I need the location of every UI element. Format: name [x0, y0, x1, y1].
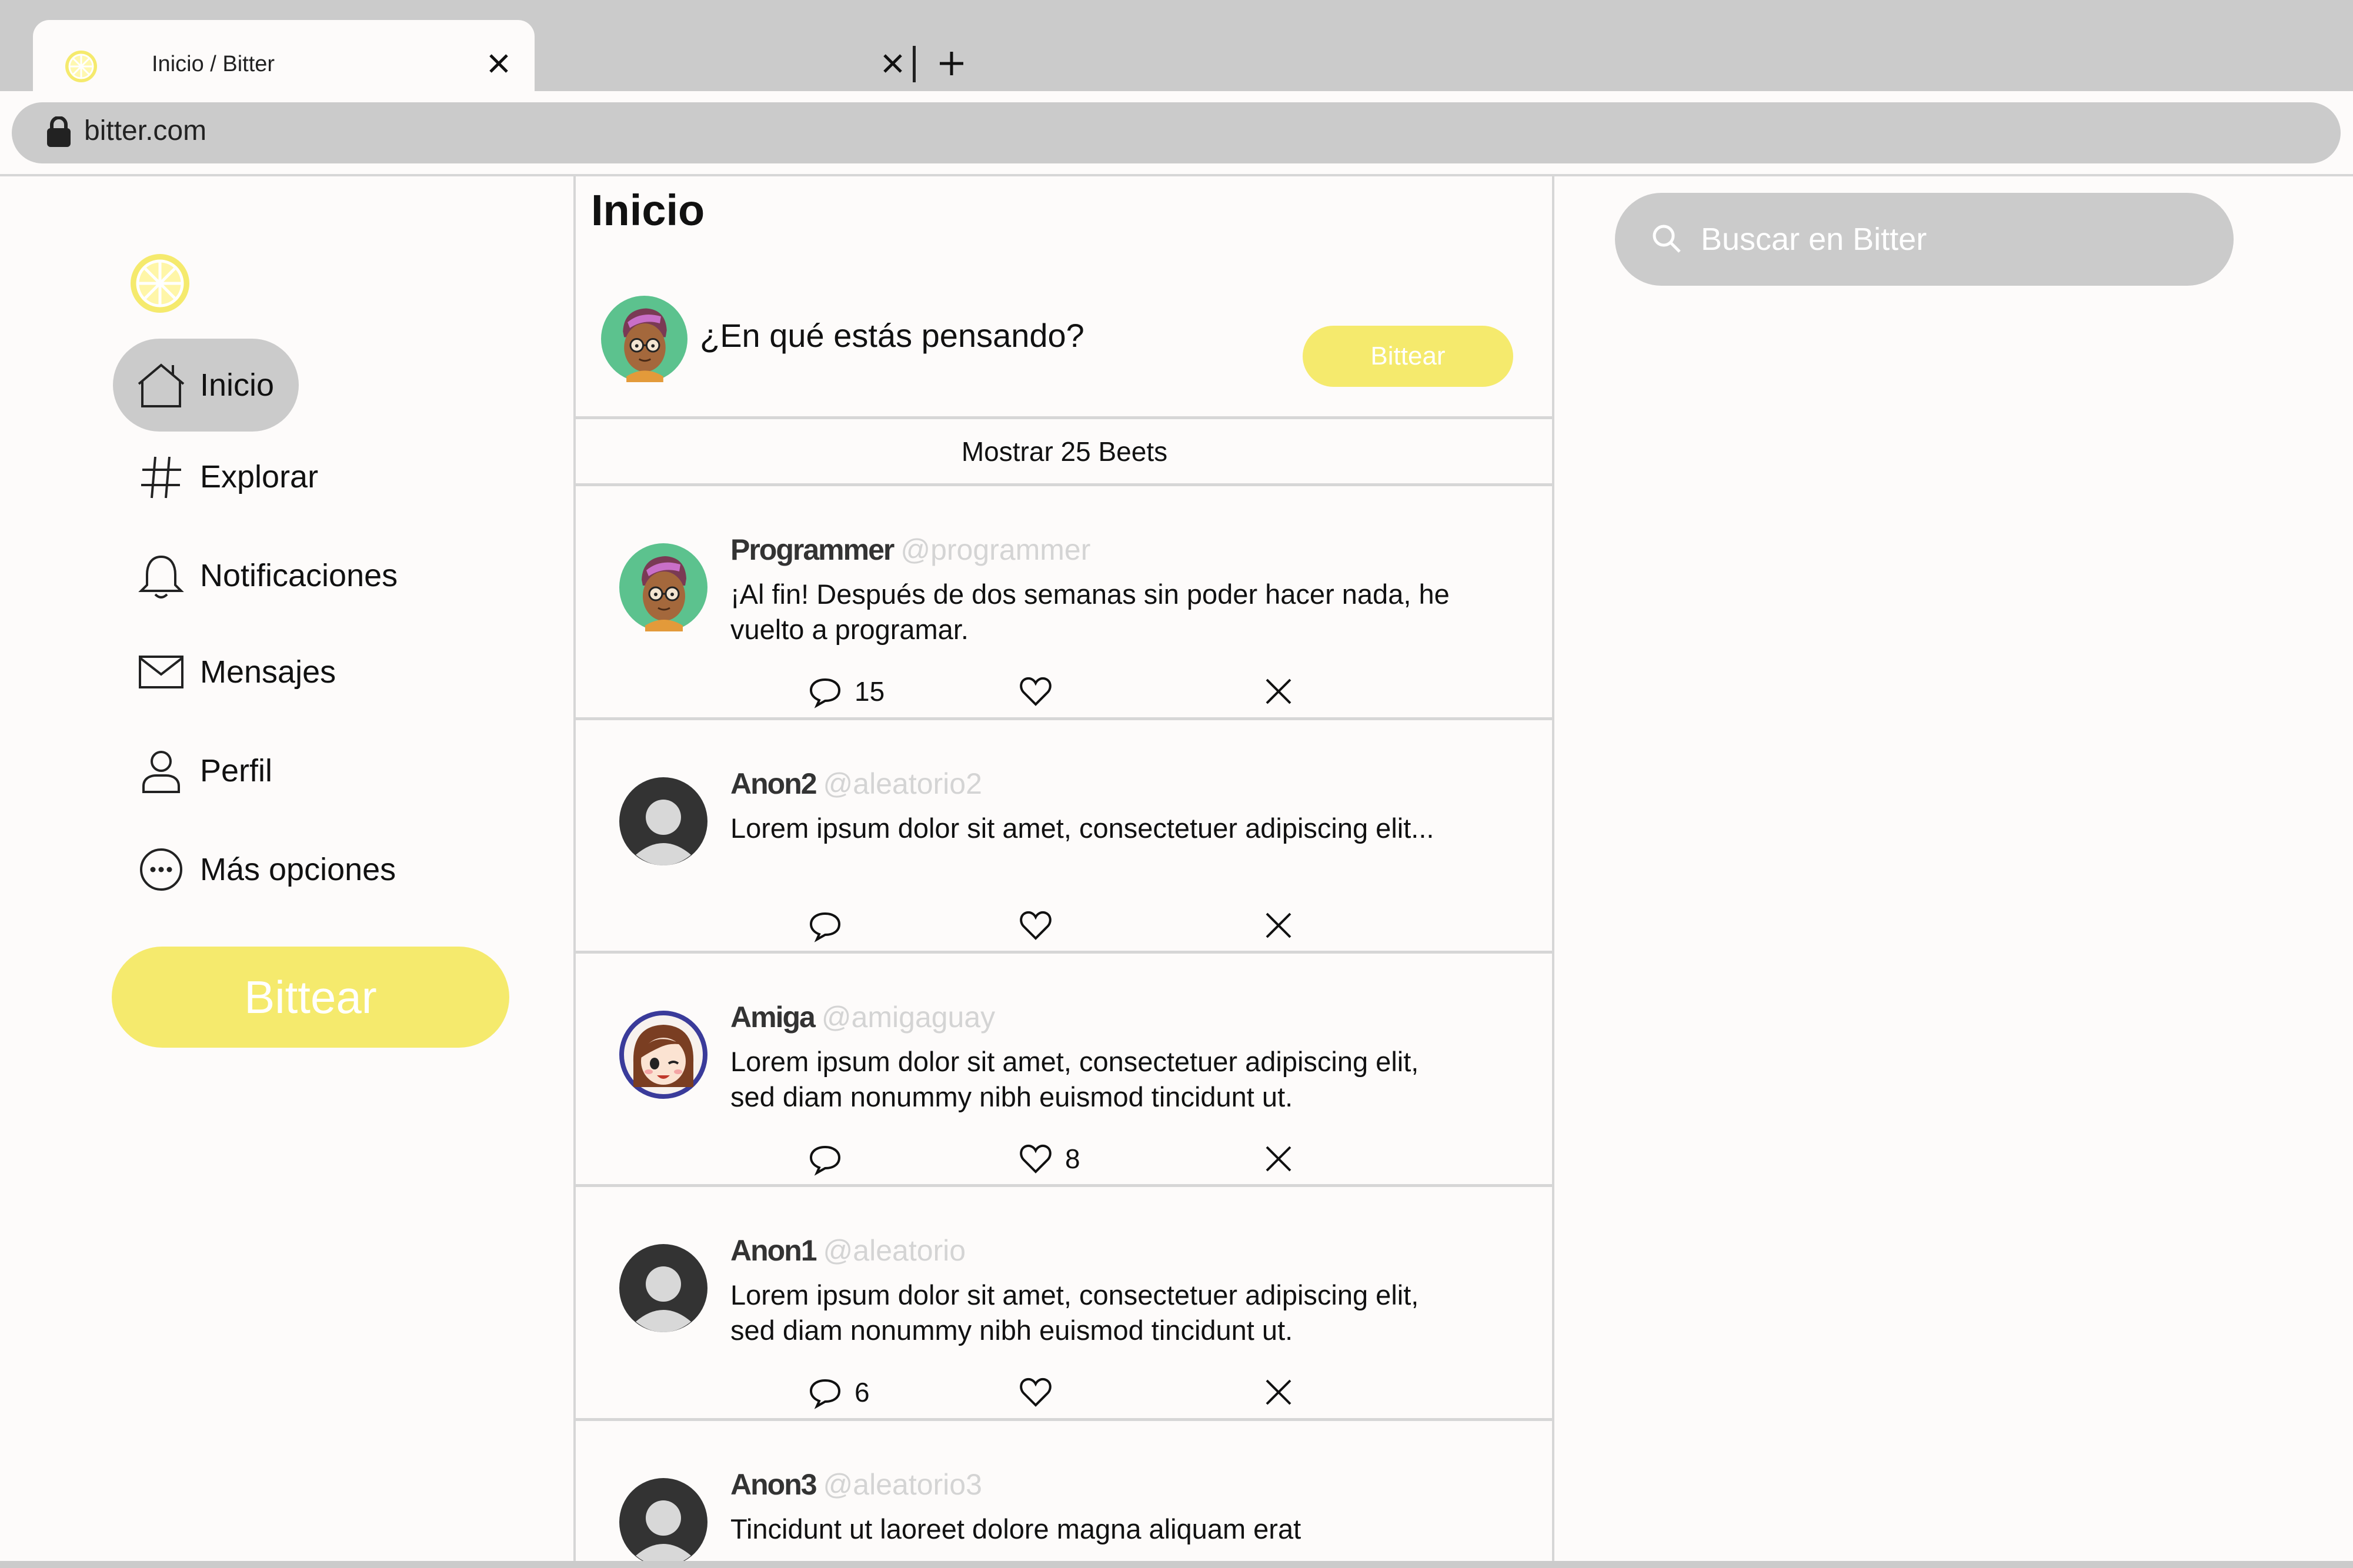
reply-button[interactable]: 6	[807, 1375, 870, 1410]
search-icon	[1653, 225, 1681, 253]
close-icon	[1266, 912, 1291, 938]
author-handle: @amigaguay	[821, 1001, 996, 1034]
tab-title: Inicio / Bitter	[152, 52, 275, 76]
close-icon	[1266, 678, 1291, 704]
more-options-icon	[136, 845, 186, 894]
lock-icon	[47, 116, 71, 147]
composer-prompt[interactable]: ¿En qué estás pensando?	[700, 316, 1084, 355]
plus-icon[interactable]	[935, 47, 968, 80]
author-name: Amiga	[730, 1001, 816, 1034]
post-author[interactable]: Amiga @amigaguay	[730, 1000, 995, 1034]
post-text: Lorem ipsum dolor sit amet, consectetuer…	[730, 1046, 1419, 1112]
post[interactable]: Anon2 @aleatorio2 Lorem ipsum dolor sit a…	[575, 720, 1554, 950]
close-icon[interactable]	[876, 47, 909, 80]
avatar[interactable]	[619, 1244, 707, 1332]
avatar[interactable]	[619, 1478, 707, 1561]
show-new-beets-button[interactable]: Mostrar 25 Beets	[575, 419, 1554, 484]
post-author[interactable]: Anon1 @aleatorio	[730, 1233, 966, 1268]
bittear-button[interactable]: Bittear	[112, 947, 509, 1048]
post[interactable]: Programmer @programmer ¡Al fin! Después d…	[575, 486, 1554, 716]
envelope-icon	[136, 647, 186, 697]
reply-count: 6	[855, 1377, 870, 1407]
search-input[interactable]	[1700, 214, 2208, 265]
author-handle: @aleatorio3	[823, 1468, 982, 1501]
author-name: Anon3	[730, 1468, 817, 1501]
sidebar-item-inicio[interactable]: Inicio	[113, 339, 299, 432]
post[interactable]: Anon1 @aleatorio Lorem ipsum dolor sit am…	[575, 1186, 1554, 1417]
lemon-logo-icon[interactable]	[129, 253, 191, 315]
comment-icon	[809, 1379, 841, 1409]
sidebar-item-explorar[interactable]: Explorar	[113, 430, 318, 523]
like-button[interactable]: 8	[1018, 1141, 1080, 1176]
sidebar-item-label: Mensajes	[200, 654, 336, 690]
avatar[interactable]	[601, 296, 687, 382]
user-icon	[136, 746, 186, 795]
author-name: Anon2	[730, 767, 817, 800]
reply-count: 15	[855, 676, 885, 707]
sidebar-item-perfil[interactable]: Perfil	[113, 724, 272, 817]
url-text[interactable]: bitter.com	[84, 115, 206, 147]
browser-tab-active[interactable]	[33, 20, 535, 93]
bell-icon	[136, 551, 186, 600]
sidebar-item-label: Inicio	[200, 367, 275, 403]
divider	[0, 1561, 2353, 1568]
lemon-icon	[65, 51, 97, 82]
like-button[interactable]	[1018, 1375, 1065, 1410]
author-name: Programmer	[730, 533, 895, 566]
like-button[interactable]	[1018, 908, 1065, 943]
like-button[interactable]	[1018, 674, 1065, 709]
post-text: Lorem ipsum dolor sit amet, consectetuer…	[730, 813, 1434, 844]
heart-icon	[1020, 1144, 1052, 1174]
heart-icon	[1020, 911, 1052, 940]
post[interactable]: Amiga @amigaguay Lorem ipsum dolor sit am…	[575, 953, 1554, 1183]
sidebar-item-mensajes[interactable]: Mensajes	[113, 626, 336, 718]
post-author[interactable]: Programmer @programmer	[730, 533, 1090, 567]
page-title: Inicio	[591, 186, 705, 235]
author-handle: @aleatorio2	[823, 767, 982, 800]
composer-bittear-button[interactable]: Bittear	[1303, 326, 1513, 387]
heart-icon	[1020, 1378, 1052, 1407]
post-text: ¡Al fin! Después de dos semanas sin pode…	[730, 579, 1450, 645]
post-author[interactable]: Anon3 @aleatorio3	[730, 1467, 982, 1502]
heart-icon	[1020, 677, 1052, 706]
avatar[interactable]	[619, 543, 707, 631]
dismiss-button[interactable]	[1261, 1375, 1296, 1410]
post[interactable]: Anon3 @aleatorio3 Tincidunt ut laoreet do…	[575, 1420, 1554, 1561]
comment-icon	[809, 912, 841, 942]
reply-button[interactable]	[807, 1141, 855, 1176]
dismiss-button[interactable]	[1261, 908, 1296, 943]
dismiss-button[interactable]	[1261, 674, 1296, 709]
sidebar-item-label: Perfil	[200, 753, 273, 788]
reply-button[interactable]	[807, 908, 855, 943]
author-name: Anon1	[730, 1234, 817, 1267]
address-bar[interactable]	[12, 102, 2341, 163]
comment-icon	[809, 678, 841, 708]
author-handle: @aleatorio	[823, 1234, 966, 1267]
tab-separator	[913, 46, 916, 82]
close-icon	[1266, 1146, 1291, 1172]
post-text: Lorem ipsum dolor sit amet, consectetuer…	[730, 1279, 1419, 1346]
close-icon	[1266, 1379, 1291, 1405]
post-author[interactable]: Anon2 @aleatorio2	[730, 767, 982, 801]
dismiss-button[interactable]	[1261, 1141, 1296, 1176]
home-icon	[136, 360, 186, 410]
sidebar-item-label: Explorar	[200, 459, 319, 494]
author-handle: @programmer	[900, 533, 1091, 566]
sidebar-item-label: Notificaciones	[200, 558, 398, 593]
reply-button[interactable]: 15	[807, 674, 885, 709]
divider	[0, 174, 2353, 176]
close-icon[interactable]	[482, 47, 515, 80]
sidebar-item-label: Más opciones	[200, 852, 396, 887]
avatar[interactable]	[619, 1011, 707, 1099]
comment-icon	[809, 1145, 841, 1176]
sidebar-item-notificaciones[interactable]: Notificaciones	[113, 529, 398, 622]
hashtag-icon	[136, 452, 186, 502]
avatar[interactable]	[619, 777, 707, 865]
post-text: Tincidunt ut laoreet dolore magna aliqua…	[730, 1513, 1301, 1544]
like-count: 8	[1065, 1144, 1080, 1174]
sidebar-item-mas-opciones[interactable]: Más opciones	[113, 823, 396, 916]
